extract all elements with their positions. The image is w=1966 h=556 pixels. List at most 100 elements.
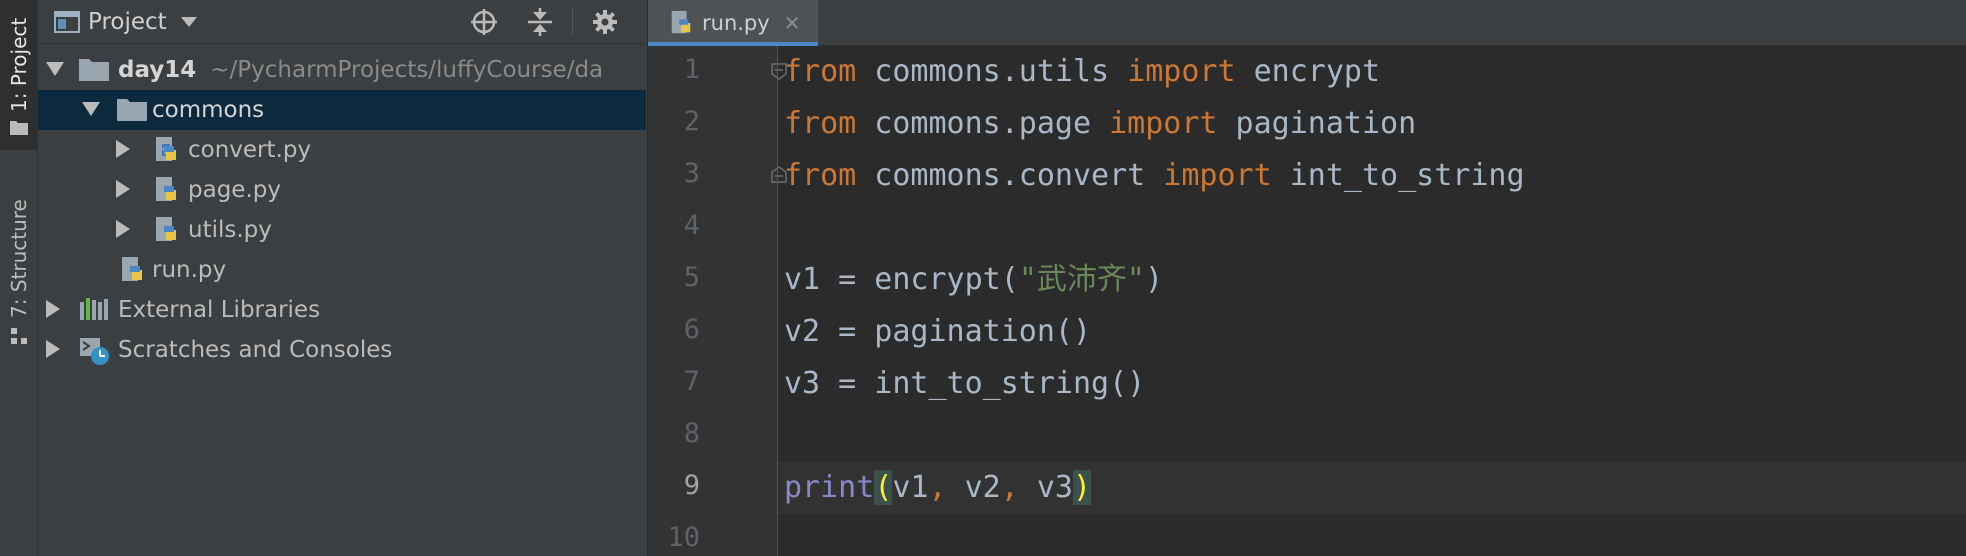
tree-item-label: run.py xyxy=(152,257,227,283)
project-tool-label: 1: Project xyxy=(7,17,31,112)
tree-item-day14[interactable]: day14 ~/PycharmProjects/luffyCourse/da xyxy=(38,50,646,90)
locate-file-button[interactable] xyxy=(470,0,498,44)
expand-arrow-icon[interactable] xyxy=(46,62,64,76)
code-token: encrypt xyxy=(1235,54,1381,89)
tree-item-external-libraries[interactable]: External Libraries xyxy=(38,290,646,330)
settings-button[interactable] xyxy=(591,0,619,44)
dropdown-arrow-icon xyxy=(180,17,197,27)
python-file-icon xyxy=(156,137,176,161)
python-file-icon xyxy=(671,10,691,34)
close-icon[interactable]: ✕ xyxy=(784,11,801,35)
code-token: v2 = pagination() xyxy=(784,314,1092,349)
tree-item-label: commons xyxy=(152,97,265,123)
code-token: "武沛齐" xyxy=(1018,262,1145,297)
tree-item-utils-py[interactable]: utils.py xyxy=(38,210,646,250)
structure-tool-button[interactable]: 7: Structure xyxy=(0,178,37,358)
tree-item-label: External Libraries xyxy=(118,297,321,323)
folder-icon xyxy=(117,99,147,121)
line-number: 7 xyxy=(683,366,700,397)
tree-item-convert-py[interactable]: convert.py xyxy=(38,130,646,170)
code-line: from commons.utils import encrypt xyxy=(784,46,1380,98)
tool-window-stripe: 1: Project 7: Structure xyxy=(0,0,38,556)
libraries-icon xyxy=(80,298,108,320)
code-token: from xyxy=(784,106,857,141)
code-token: import xyxy=(1163,158,1272,193)
code-token: ( xyxy=(874,470,893,505)
tree-item-label: convert.py xyxy=(188,137,312,163)
collapsed-arrow-icon[interactable] xyxy=(116,180,130,198)
project-path: ~/PycharmProjects/luffyCourse/da xyxy=(210,57,604,83)
expand-arrow-icon[interactable] xyxy=(82,102,100,116)
line-number: 8 xyxy=(683,418,700,449)
code-token: import xyxy=(1109,106,1218,141)
structure-tool-label: 7: Structure xyxy=(7,199,31,318)
project-tool-button[interactable]: 1: Project xyxy=(0,0,37,150)
code-line: v2 = pagination() xyxy=(784,306,1091,358)
editor-gutter: 1 2 3 4 5 6 7 8 9 10 xyxy=(648,46,787,556)
code-token: v1 xyxy=(892,470,929,505)
collapsed-arrow-icon[interactable] xyxy=(46,340,60,358)
line-number: 5 xyxy=(683,262,700,293)
project-panel-title: Project xyxy=(88,9,167,35)
code-line: from commons.convert import int_to_strin… xyxy=(784,150,1525,202)
code-token: v3 xyxy=(1018,470,1073,505)
code-token: commons.convert xyxy=(856,158,1164,193)
locate-icon xyxy=(471,9,497,35)
tab-label: run.py xyxy=(702,11,770,35)
python-file-icon xyxy=(156,177,176,201)
tree-item-commons[interactable]: commons xyxy=(38,90,646,130)
collapse-all-button[interactable] xyxy=(527,0,553,44)
line-number: 2 xyxy=(683,106,700,137)
tree-item-scratches[interactable]: Scratches and Consoles xyxy=(38,330,646,370)
collapsed-arrow-icon[interactable] xyxy=(116,220,130,238)
code-token: int_to_string xyxy=(1271,158,1525,193)
code-token: from xyxy=(784,54,857,89)
code-token: ) xyxy=(1073,470,1092,505)
collapsed-arrow-icon[interactable] xyxy=(46,300,60,318)
structure-icon xyxy=(11,328,27,344)
code-text-area[interactable]: from commons.utils import encrypt from co… xyxy=(778,46,1966,556)
project-view-selector[interactable]: Project xyxy=(54,0,197,44)
code-line: from commons.page import pagination xyxy=(784,98,1416,150)
tree-item-label: Scratches and Consoles xyxy=(118,337,393,363)
line-number: 10 xyxy=(667,522,700,553)
code-token: v2 xyxy=(946,470,1001,505)
code-line: v3 = int_to_string() xyxy=(784,358,1145,410)
line-number: 1 xyxy=(683,54,700,85)
folder-icon xyxy=(79,59,109,81)
code-token: , xyxy=(1000,470,1019,505)
code-token: commons.page xyxy=(856,106,1110,141)
line-number: 9 xyxy=(683,470,700,501)
code-token: ) xyxy=(1144,262,1163,297)
tree-item-label: page.py xyxy=(188,177,281,203)
code-token: , xyxy=(928,470,947,505)
code-token: print xyxy=(784,470,875,505)
project-view-icon xyxy=(54,11,80,33)
tree-item-page-py[interactable]: page.py xyxy=(38,170,646,210)
tab-run-py[interactable]: run.py ✕ xyxy=(648,0,818,46)
code-token: commons.utils xyxy=(856,54,1128,89)
folder-icon xyxy=(10,121,28,135)
header-edge xyxy=(644,0,645,44)
line-number: 3 xyxy=(683,158,700,189)
tree-item-label: utils.py xyxy=(188,217,272,243)
collapse-all-icon xyxy=(528,8,552,36)
code-line: v1 = encrypt("武沛齐") xyxy=(784,254,1163,306)
collapsed-arrow-icon[interactable] xyxy=(116,140,130,158)
code-token: v1 = encrypt( xyxy=(784,262,1019,297)
code-token: from xyxy=(784,158,857,193)
code-token: v3 = int_to_string() xyxy=(784,366,1146,401)
python-file-icon xyxy=(156,217,176,241)
line-number: 6 xyxy=(683,314,700,345)
ide-window: 1: Project 7: Structure Project day14 ~/… xyxy=(0,0,1966,556)
code-editor: run.py ✕ 1 2 3 4 5 6 7 8 9 10 from commons.utils … xyxy=(648,0,1966,556)
settings-gear-icon xyxy=(593,10,617,34)
code-token: pagination xyxy=(1217,106,1417,141)
editor-tab-bar: run.py ✕ xyxy=(648,0,1966,46)
header-divider xyxy=(572,8,573,36)
project-panel: Project day14 ~/PycharmProjects/luffyCou… xyxy=(38,0,648,556)
tree-item-run-py[interactable]: run.py xyxy=(38,250,646,290)
code-token: import xyxy=(1127,54,1236,89)
project-panel-header: Project xyxy=(38,0,646,44)
tree-item-label: day14 xyxy=(118,57,197,83)
